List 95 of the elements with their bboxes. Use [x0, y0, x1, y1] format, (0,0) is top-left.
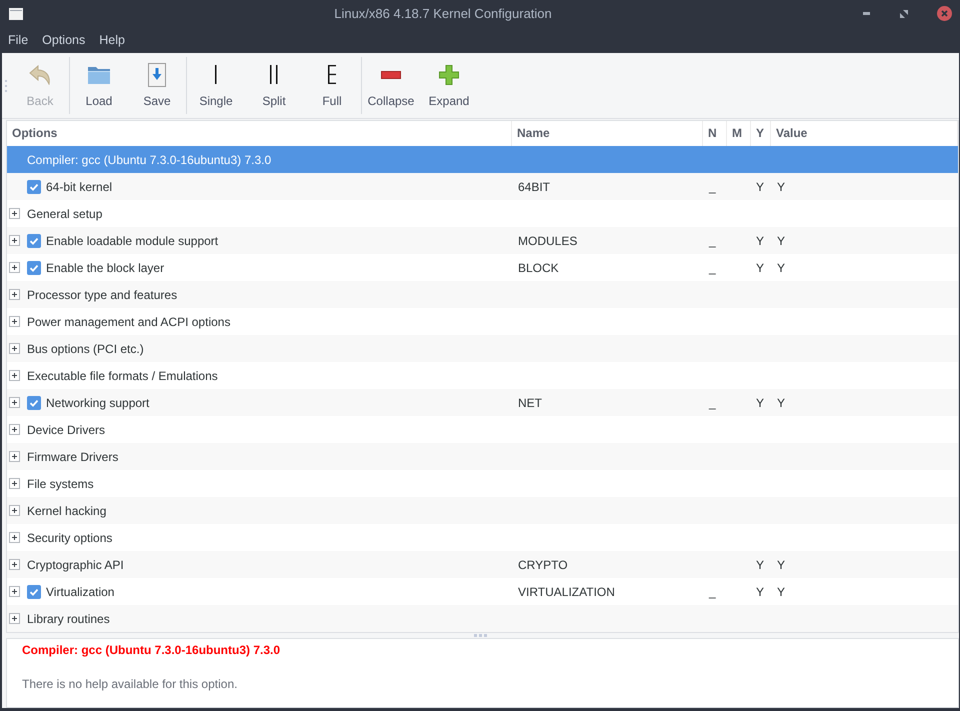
close-icon[interactable] [937, 6, 952, 21]
symbol-name: VIRTUALIZATION [518, 584, 615, 598]
option-label: Enable the block layer [46, 260, 164, 276]
single-line-icon [215, 65, 217, 84]
toolbar-button[interactable]: Full [303, 53, 361, 118]
option-label: Processor type and features [27, 286, 178, 304]
toolbar-button[interactable]: Collapse [362, 53, 420, 118]
value-text: Y [777, 396, 786, 410]
expand-toggle-icon[interactable] [9, 586, 20, 597]
n-column-value: _ [709, 180, 716, 194]
tree-row[interactable]: 64-bit kernel 64BIT _ Y Y [7, 173, 958, 200]
y-column-value: Y [756, 260, 764, 274]
option-label: Virtualization [46, 584, 114, 600]
toolbar-button[interactable]: Load [70, 53, 128, 118]
value-text: Y [777, 180, 786, 194]
checkbox[interactable] [27, 180, 41, 194]
symbol-name: NET [518, 396, 542, 410]
tree-row[interactable]: Cryptographic API CRYPTO Y Y [7, 551, 958, 578]
checkbox[interactable] [27, 584, 41, 598]
option-label: Kernel hacking [27, 502, 106, 520]
expand-toggle-icon[interactable] [9, 424, 20, 435]
expand-toggle-icon[interactable] [9, 235, 20, 246]
minus-icon [381, 70, 401, 78]
toolbar-button[interactable]: Expand [420, 53, 478, 118]
option-label: Device Drivers [27, 422, 106, 438]
toolbar-button[interactable]: Single [187, 53, 245, 118]
option-label: Executable file formats / Emulations [27, 368, 218, 384]
checkbox[interactable] [27, 234, 41, 248]
option-label: Library routines [27, 610, 110, 628]
value-text: Y [777, 234, 786, 248]
value-text: Y [777, 558, 786, 572]
tree-row[interactable]: Processor type and features [7, 281, 958, 308]
symbol-name: BLOCK [518, 260, 559, 274]
help-title: Compiler: gcc (Ubuntu 7.3.0-16ubuntu3) 7.3.0 [22, 642, 282, 659]
tree-row[interactable]: Networking support NET _ Y Y [7, 389, 958, 416]
checkbox[interactable] [27, 260, 41, 274]
expand-toggle-icon[interactable] [9, 343, 20, 354]
expand-toggle-icon[interactable] [9, 505, 20, 516]
option-label: Bus options (PCI etc.) [27, 340, 144, 358]
expand-toggle-icon[interactable] [9, 208, 20, 219]
expand-toggle-icon[interactable] [9, 532, 20, 543]
window-title: Linux/x86 4.18.7 Kernel Configuration [333, 4, 553, 23]
plus-icon [439, 64, 459, 84]
menu-item[interactable]: Help [92, 27, 132, 53]
symbol-name: MODULES [518, 234, 578, 248]
y-column-value: Y [756, 558, 764, 572]
option-label: Compiler: gcc (Ubuntu 7.3.0-16ubuntu3) 7.3.0 [27, 152, 272, 168]
toolbar-button[interactable]: Save [128, 53, 186, 118]
option-label: Cryptographic API [27, 556, 124, 574]
y-column-value: Y [756, 180, 764, 194]
toolbar-button[interactable]: Split [245, 53, 303, 118]
y-column-value: Y [756, 396, 764, 410]
help-text: There is no help available for this option. [22, 676, 238, 693]
symbol-name: 64BIT [518, 180, 550, 194]
menu-item[interactable]: File [1, 27, 36, 53]
option-label: Security options [27, 530, 112, 546]
expand-toggle-icon[interactable] [9, 478, 20, 489]
window-icon [9, 8, 23, 20]
option-label: Firmware Drivers [27, 448, 118, 466]
value-text: Y [777, 584, 786, 598]
n-column-value: _ [709, 260, 716, 274]
expand-toggle-icon[interactable] [9, 613, 20, 624]
expand-toggle-icon[interactable] [9, 316, 20, 327]
value-text: Y [777, 260, 786, 274]
option-label: File systems [27, 476, 94, 492]
y-column-value: Y [756, 234, 764, 248]
back-arrow-icon [29, 64, 51, 84]
expand-toggle-icon[interactable] [9, 451, 20, 462]
expand-toggle-icon[interactable] [9, 262, 20, 273]
symbol-name: CRYPTO [518, 558, 568, 572]
tree-row[interactable]: Enable loadable module support MODULES _ Y Y [7, 227, 958, 254]
double-line-icon [270, 65, 278, 84]
folder-icon [87, 64, 111, 84]
expand-toggle-icon[interactable] [9, 370, 20, 381]
maximize-icon[interactable] [900, 10, 908, 18]
down-arrow-box-icon [148, 62, 166, 86]
expand-toggle-icon[interactable] [9, 289, 20, 300]
option-label: 64-bit kernel [46, 178, 112, 196]
tree-branch-icon [328, 65, 336, 84]
option-label: General setup [27, 206, 102, 222]
expand-toggle-icon[interactable] [9, 559, 20, 570]
expand-toggle-icon[interactable] [9, 397, 20, 408]
option-label: Power management and ACPI options [27, 314, 230, 330]
option-label: Enable loadable module support [46, 232, 218, 250]
tree-row[interactable]: Bus options (PCI etc.) [7, 335, 958, 362]
tree-row[interactable]: Library routines [7, 605, 958, 632]
n-column-value: _ [709, 584, 716, 598]
checkbox[interactable] [27, 396, 41, 410]
menu-item[interactable]: Options [35, 27, 92, 53]
n-column-value: _ [709, 396, 716, 410]
tree-row[interactable]: Kernel hacking [7, 497, 958, 524]
tree-row[interactable]: Firmware Drivers [7, 443, 958, 470]
y-column-value: Y [756, 584, 764, 598]
n-column-value: _ [709, 234, 716, 248]
option-label: Networking support [46, 394, 150, 412]
